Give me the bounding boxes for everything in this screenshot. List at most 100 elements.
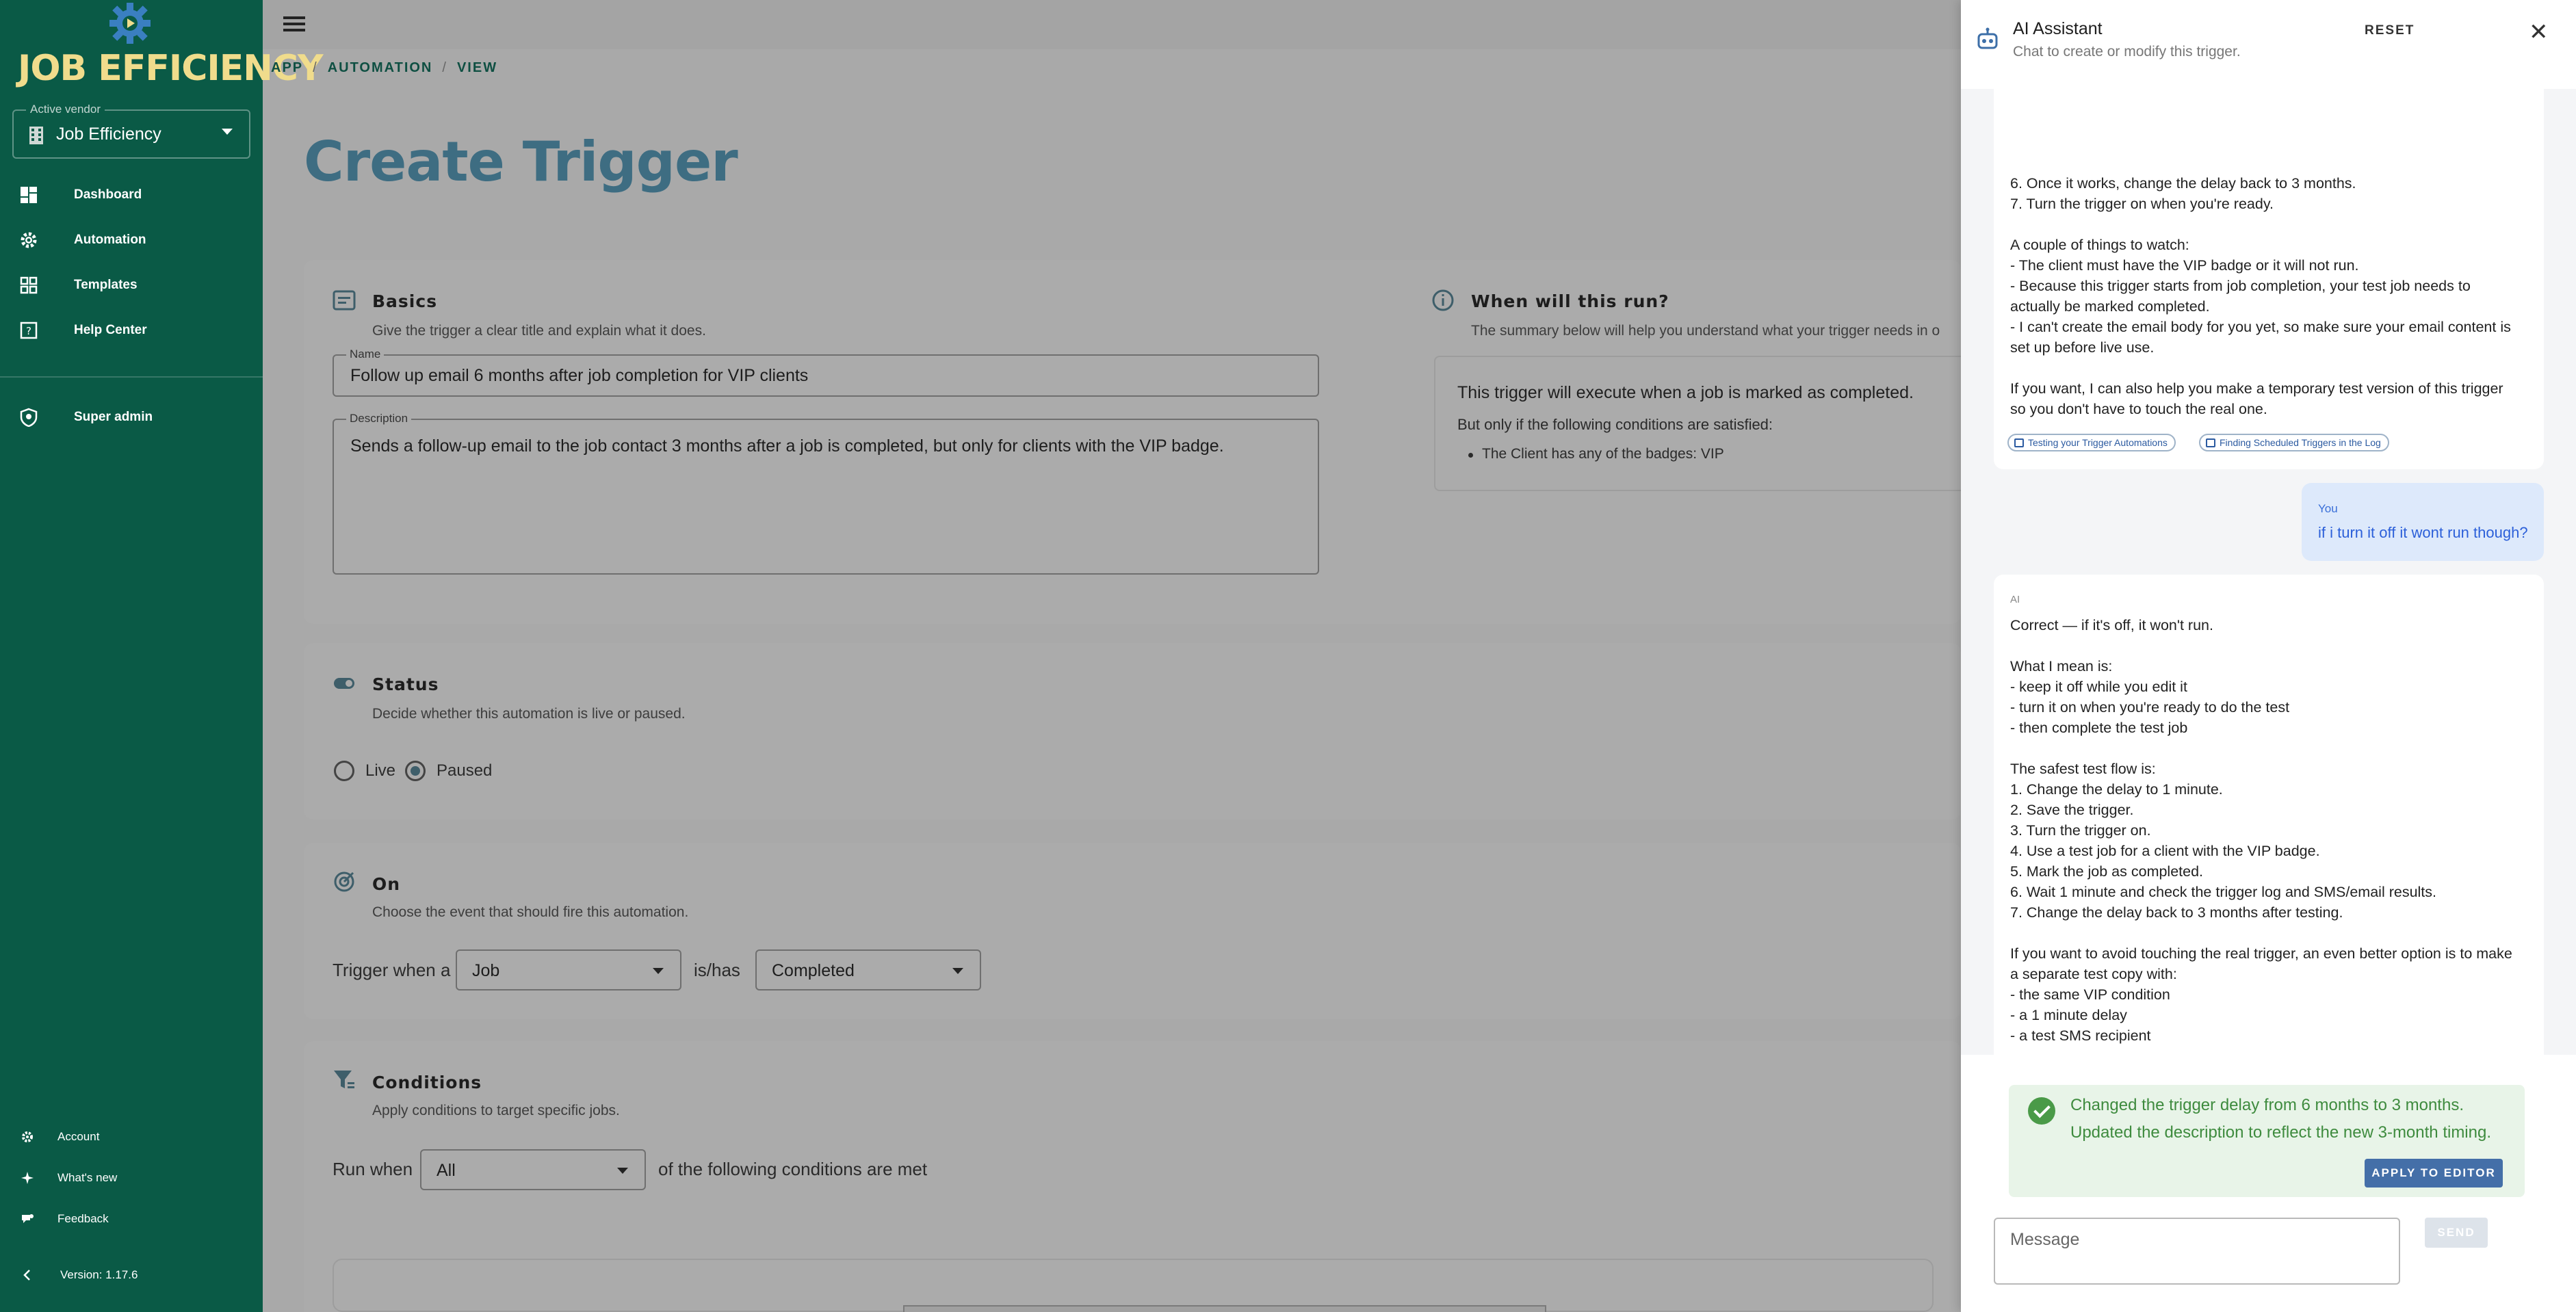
condition-mode-select[interactable]: All	[420, 1149, 646, 1190]
message-line: 7. Turn the trigger on when you're ready…	[2010, 196, 2274, 212]
entity-select[interactable]: Job	[456, 949, 681, 990]
reset-button[interactable]: RESET	[2365, 23, 2415, 38]
sidebar-item-templates[interactable]: Templates	[0, 265, 263, 306]
name-label: Name	[346, 347, 385, 361]
sidebar-item-dashboard[interactable]: Dashboard	[0, 174, 263, 215]
send-button[interactable]: SEND	[2425, 1218, 2488, 1248]
ai-subtitle: Chat to create or modify this trigger.	[2013, 44, 2241, 60]
chevron-down-icon	[617, 1168, 628, 1174]
conditions-title: Conditions	[372, 1073, 482, 1092]
event-select[interactable]: Completed	[755, 949, 981, 990]
chat-messages[interactable]: 6. Once it works, change the delay back …	[1961, 89, 2576, 1055]
message-line: 2. Save the trigger.	[2010, 802, 2134, 818]
page-title: Create Trigger	[304, 130, 738, 194]
trigger-prefix: Trigger when a	[333, 960, 451, 980]
change-line: Updated the description to reflect the n…	[2070, 1123, 2491, 1142]
feedback-icon	[22, 1214, 34, 1223]
message-line: What I mean is:	[2010, 658, 2113, 674]
status-title: Status	[372, 674, 439, 694]
message-line: 4. Use a test job for a client with the …	[2010, 843, 2320, 859]
radio-paused[interactable]	[405, 761, 426, 781]
is-has-text: is/has	[694, 960, 740, 980]
ai-message: 6. Once it works, change the delay back …	[1994, 89, 2544, 469]
gear-icon	[22, 1131, 33, 1142]
message-line: - Because this trigger starts from job c…	[2010, 278, 2471, 294]
info-icon	[1432, 289, 1454, 311]
sparkle-icon	[21, 1172, 34, 1184]
building-icon	[29, 127, 43, 144]
conditions-subtitle: Apply conditions to target specific jobs…	[372, 1103, 620, 1118]
sidebar-item-automation[interactable]: Automation	[0, 220, 263, 261]
target-icon	[334, 871, 354, 892]
condition-builder	[333, 1259, 1934, 1312]
chevron-left-icon[interactable]	[21, 1268, 34, 1282]
toggle-icon	[334, 678, 354, 689]
message-line: - a 1 minute delay	[2010, 1007, 2127, 1023]
name-field[interactable]: Name Follow up email 6 months after job …	[333, 347, 1319, 397]
event-value: Completed	[772, 961, 855, 980]
vendor-label: Active vendor	[26, 103, 105, 116]
help-link-chip[interactable]: Testing your Trigger Automations	[2007, 434, 2176, 451]
breadcrumb-automation[interactable]: AUTOMATION	[328, 60, 433, 75]
message-line: actually be marked completed.	[2010, 298, 2210, 315]
message-line: - turn it on when you're ready to do the…	[2010, 699, 2290, 716]
message-line: - The client must have the VIP badge or …	[2010, 257, 2359, 274]
message-line: Correct — if it's off, it won't run.	[2010, 617, 2213, 633]
help-link-chip[interactable]: Finding Scheduled Triggers in the Log	[2199, 434, 2389, 451]
description-label: Description	[346, 412, 412, 425]
message-line: so you don't have to touch the real one.	[2010, 401, 2267, 417]
user-message: You if i turn it off it wont run though?	[2302, 483, 2544, 561]
ai-footer: Changed the trigger delay from 6 months …	[1961, 1055, 2576, 1312]
gear-icon	[21, 232, 37, 248]
message-line: 3. Turn the trigger on.	[2010, 822, 2151, 839]
check-circle-icon	[2028, 1097, 2055, 1125]
sidebar-item-label: Account	[57, 1130, 100, 1143]
sidebar-item-help-center[interactable]: ? Help Center	[0, 310, 263, 351]
message-line: - the same VIP condition	[2010, 986, 2170, 1003]
sidebar-item-label: Automation	[74, 233, 146, 247]
on-card	[304, 843, 1961, 1019]
status-subtitle: Decide whether this automation is live o…	[372, 706, 686, 722]
sidebar-item-whats-new[interactable]: What's new	[0, 1164, 263, 1192]
on-title: On	[372, 874, 401, 894]
radio-live[interactable]	[334, 761, 354, 781]
sidebar-divider	[0, 376, 263, 378]
vendor-name: Job Efficiency	[56, 124, 161, 144]
radio-paused-label: Paused	[437, 761, 493, 780]
filter-icon	[334, 1071, 354, 1088]
help-icon: ?	[20, 322, 38, 339]
sidebar-item-super-admin[interactable]: Super admin	[0, 397, 263, 438]
ai-role-label: AI	[2010, 594, 2020, 605]
sidebar-item-feedback[interactable]: Feedback	[0, 1205, 263, 1233]
message-line: The safest test flow is:	[2010, 761, 2156, 777]
description-value: Sends a follow-up email to the job conta…	[350, 436, 1224, 456]
logo[interactable]: JOB EFFICIENCY	[0, 0, 324, 96]
apply-to-editor-button[interactable]: APPLY TO EDITOR	[2365, 1159, 2503, 1188]
run-when-text: Run when	[333, 1159, 413, 1179]
menu-icon[interactable]	[283, 16, 305, 31]
basics-subtitle: Give the trigger a clear title and expla…	[372, 323, 706, 339]
message-line: a separate test copy with:	[2010, 966, 2177, 982]
vendor-select[interactable]: Active vendor Job Efficiency	[12, 103, 250, 159]
entity-value: Job	[472, 961, 500, 980]
chevron-down-icon	[222, 129, 233, 135]
chevron-down-icon	[653, 968, 664, 974]
proposed-changes-card: Changed the trigger delay from 6 months …	[2009, 1085, 2525, 1197]
ai-header: AI Assistant Chat to create or modify th…	[1961, 0, 2576, 89]
help-link-label: Testing your Trigger Automations	[2028, 437, 2168, 448]
message-line: - keep it off while you edit it	[2010, 679, 2187, 695]
condition-tabs[interactable]	[903, 1305, 1546, 1312]
description-field[interactable]: Description Sends a follow-up email to t…	[333, 412, 1319, 575]
user-message-text: if i turn it off it wont run though?	[2318, 524, 2528, 541]
breadcrumb-view: VIEW	[456, 60, 498, 75]
breadcrumb-app[interactable]: APP	[271, 60, 303, 75]
conditions-suffix: of the following conditions are met	[658, 1159, 928, 1179]
article-icon	[2014, 438, 2024, 447]
condition-mode-value: All	[437, 1161, 456, 1180]
message-input[interactable]: Message	[1994, 1218, 2400, 1285]
sidebar-item-account[interactable]: Account	[0, 1123, 263, 1151]
svg-text:?: ?	[26, 325, 31, 337]
message-line: 6. Once it works, change the delay back …	[2010, 175, 2356, 192]
name-value: Follow up email 6 months after job compl…	[350, 366, 809, 385]
close-icon[interactable]: ✕	[2529, 21, 2549, 44]
